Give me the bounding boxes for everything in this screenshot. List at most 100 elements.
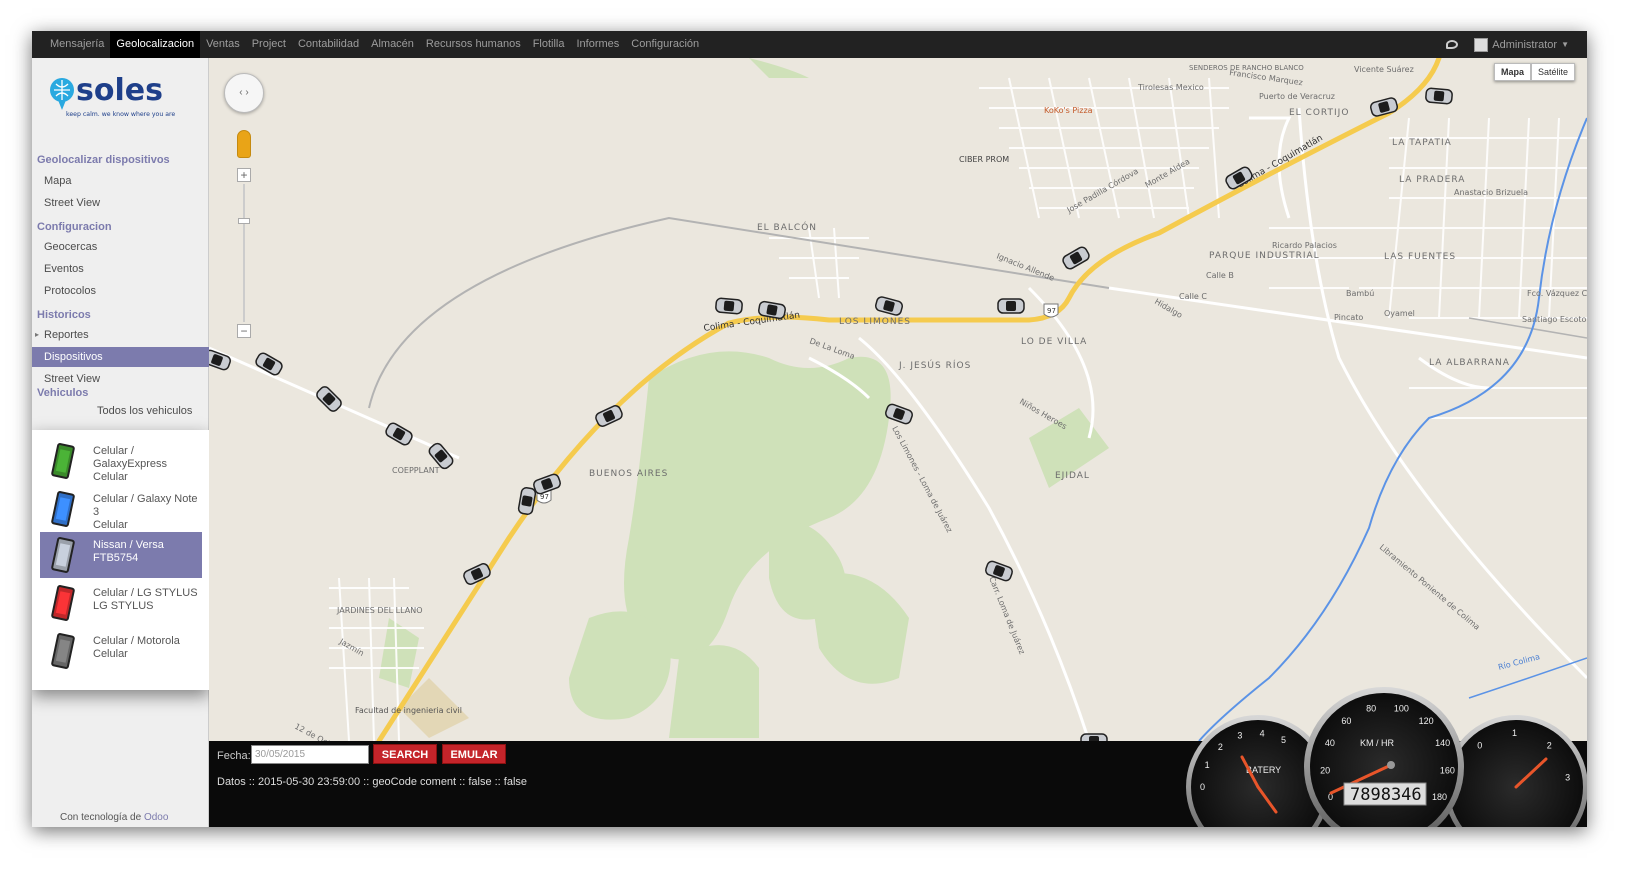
svg-text:Oyamel: Oyamel: [1384, 309, 1415, 318]
user-name: Administrator: [1492, 38, 1558, 51]
svg-text:EL CORTIJO: EL CORTIJO: [1289, 108, 1349, 118]
car-marker-icon[interactable]: [384, 421, 414, 446]
menu-item-4[interactable]: Contabilidad: [292, 31, 365, 58]
phone-icon: [50, 490, 76, 528]
map-canvas[interactable]: 97 97 SENDEROS DE RANCHO BLANCO Tirolesa…: [209, 58, 1587, 741]
gauge-tick-label: 100: [1394, 704, 1409, 714]
menu-item-2[interactable]: Ventas: [200, 31, 246, 58]
sidebar-item-reportes[interactable]: Reportes: [35, 329, 89, 341]
gauge-tick-label: 3: [1237, 731, 1242, 741]
car-marker-icon[interactable]: [1425, 87, 1453, 105]
gauge-tick-label: 3: [1565, 773, 1570, 783]
map-type-satelite[interactable]: Satélite: [1530, 63, 1575, 81]
menu-item-7[interactable]: Flotilla: [527, 31, 571, 58]
svg-text:Tirolesas Mexico: Tirolesas Mexico: [1137, 83, 1204, 92]
svg-text:LO DE VILLA: LO DE VILLA: [1021, 337, 1087, 347]
car-marker-icon[interactable]: [1080, 733, 1108, 741]
all-vehicles-link[interactable]: Todos los vehiculos: [97, 405, 192, 417]
section-historicos: Historicos: [37, 309, 91, 321]
sidebar-item-eventos[interactable]: Eventos: [44, 263, 84, 275]
user-menu[interactable]: Administrator ▼: [1474, 37, 1569, 52]
map-type-mapa[interactable]: Mapa: [1493, 63, 1531, 81]
car-marker-icon[interactable]: [254, 351, 284, 376]
gauge-tick-label: 80: [1366, 704, 1376, 714]
search-button[interactable]: SEARCH: [373, 744, 437, 764]
car-icon: [50, 536, 76, 574]
sidebar-item-mapa[interactable]: Mapa: [44, 175, 72, 187]
zoom-slider-handle[interactable]: [238, 218, 250, 224]
menu-item-3[interactable]: Project: [246, 31, 292, 58]
car-marker-icon[interactable]: [875, 296, 904, 316]
car-marker-icon[interactable]: [715, 297, 743, 315]
sidebar-item-street-view[interactable]: Street View: [44, 197, 100, 209]
menu-item-5[interactable]: Almacén: [365, 31, 420, 58]
fecha-input[interactable]: [251, 745, 369, 764]
emular-button[interactable]: EMULAR: [442, 744, 506, 764]
chat-icon[interactable]: [1446, 40, 1459, 49]
vehicle-list: Celular / GalaxyExpress Celular Celular / G…: [32, 430, 209, 690]
map-type-control: Mapa Satélite: [1493, 63, 1575, 81]
svg-text:LAS FUENTES: LAS FUENTES: [1384, 252, 1456, 262]
svg-text:97: 97: [1047, 307, 1056, 315]
gauge-tick-label: 2: [1218, 742, 1223, 752]
sidebar-item-geocercas[interactable]: Geocercas: [44, 241, 97, 253]
sidebar-item-street-view-2[interactable]: Street View: [44, 373, 100, 385]
app-window: Mensajería Geolocalizacion Ventas Project Co…: [32, 31, 1587, 827]
speed-gauge: 020406080 100120140160180 KM / HR 7898346: [1304, 687, 1464, 827]
svg-text:Fco. Vázquez Coronel: Fco. Vázquez Coronel: [1527, 289, 1587, 298]
sidebar-item-protocolos[interactable]: Protocolos: [44, 285, 96, 297]
gauge-tick-label: 60: [1341, 716, 1351, 726]
menu-item-0[interactable]: Mensajería: [44, 31, 110, 58]
odoo-link[interactable]: Odoo: [144, 812, 168, 823]
menu-item-1[interactable]: Geolocalizacion: [110, 31, 201, 58]
pegman-icon[interactable]: [237, 130, 251, 158]
vehicle-item[interactable]: Celular / Galaxy Note 3 Celular: [40, 486, 202, 532]
svg-text:keep calm. we know where you a: keep calm. we know where you are: [66, 111, 175, 118]
menu-item-8[interactable]: Informes: [571, 31, 626, 58]
svg-text:Pincato: Pincato: [1334, 313, 1363, 322]
vehicle-item[interactable]: Celular / GalaxyExpress Celular: [40, 438, 202, 484]
car-marker-icon[interactable]: [1370, 97, 1399, 117]
dashboard-gauges: 012345 BATERY 0123 0 20 40 60 80 100 120 140 160…: [1186, 687, 1587, 827]
gauge-tick-label: 0: [1477, 741, 1482, 751]
gauge-tick-label: 1: [1512, 728, 1517, 738]
vehicle-item[interactable]: Nissan / Versa FTB5754: [40, 532, 202, 578]
svg-text:LA PRADERA: LA PRADERA: [1399, 175, 1465, 185]
menu-item-6[interactable]: Recursos humanos: [420, 31, 527, 58]
svg-text:EL BALCÓN: EL BALCÓN: [757, 221, 817, 233]
sidebar: soles keep calm. we know where you are G…: [32, 58, 209, 827]
pan-control[interactable]: ‹ ›: [224, 73, 264, 113]
sidebar-item-dispositivos[interactable]: Dispositivos: [32, 347, 209, 367]
svg-text:JARDINES DEL LLANO: JARDINES DEL LLANO: [336, 606, 423, 615]
vehicle-item[interactable]: Celular / LG STYLUS LG STYLUS: [40, 580, 202, 626]
svg-text:12 de Oct: 12 de Oct: [293, 722, 332, 741]
vehicle-label: Celular / GalaxyExpress Celular: [93, 445, 167, 483]
vehicle-item[interactable]: Celular / Motorola Celular: [40, 628, 202, 674]
car-marker-icon[interactable]: [594, 404, 623, 428]
car-marker-icon[interactable]: [884, 403, 913, 425]
gauge-tick-label: 20: [1320, 765, 1330, 775]
zoom-out-button[interactable]: −: [237, 324, 251, 338]
svg-text:Ricardo Palacios: Ricardo Palacios: [1272, 241, 1337, 250]
svg-text:EJIDAL: EJIDAL: [1055, 471, 1090, 481]
zoom-slider-track[interactable]: [243, 184, 245, 322]
car-marker-icon[interactable]: [315, 385, 343, 413]
svg-text:De La Loma: De La Loma: [808, 336, 856, 361]
car-marker-icon[interactable]: [532, 473, 561, 495]
aux-gauge: 0 1 2 3: [1444, 715, 1587, 827]
vehicle-label: Celular / Motorola Celular: [93, 635, 180, 660]
svg-text:J. JESÚS RÍOS: J. JESÚS RÍOS: [898, 359, 971, 371]
menu-item-9[interactable]: Configuración: [625, 31, 705, 58]
svg-text:LA TAPATIA: LA TAPATIA: [1392, 138, 1452, 148]
gauge-tick-label: 2: [1547, 741, 1552, 751]
svg-text:KM / HR: KM / HR: [1360, 738, 1395, 748]
car-marker-icon[interactable]: [462, 562, 491, 586]
svg-text:soles: soles: [76, 73, 163, 108]
avatar: [1474, 37, 1489, 52]
car-marker-icon[interactable]: [517, 487, 537, 515]
gauge-tick-label: 120: [1419, 716, 1434, 726]
car-marker-icon[interactable]: [1061, 245, 1091, 270]
car-marker-icon[interactable]: [997, 298, 1025, 314]
phone-icon: [50, 442, 76, 480]
zoom-in-button[interactable]: +: [237, 168, 251, 182]
